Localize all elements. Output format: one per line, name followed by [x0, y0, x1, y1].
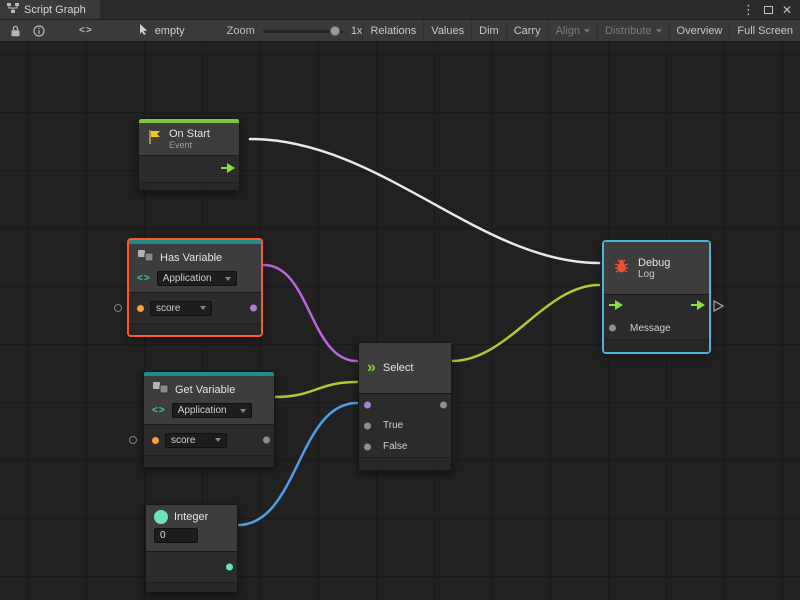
wire-hasvariable-to-select-condition [264, 265, 357, 361]
pointer-icon [139, 23, 150, 38]
chevron-down-icon [200, 306, 206, 310]
flow-continue-cap [713, 300, 724, 312]
node-title: On Start [169, 128, 210, 140]
node-title: Has Variable [160, 252, 222, 264]
node-has-variable[interactable]: Has Variable <> Application score [128, 239, 262, 336]
lock-icon[interactable] [4, 20, 27, 41]
graph-canvas[interactable]: On Start Event Has Variable <> [0, 42, 800, 600]
flag-icon [147, 129, 162, 150]
code-brackets-icon: <> [137, 273, 151, 284]
fullscreen-button[interactable]: Full Screen [729, 20, 800, 41]
message-port-label: Message [630, 323, 671, 334]
node-title: Get Variable [175, 384, 235, 396]
chevron-down-icon [240, 409, 246, 413]
unconnected-input-port[interactable] [129, 436, 137, 444]
variables-icon [137, 249, 154, 267]
integer-output-port[interactable] [226, 564, 233, 571]
node-subtitle: Log [638, 269, 670, 280]
unconnected-input-port[interactable] [114, 304, 122, 312]
true-port-label: True [383, 420, 403, 431]
wire-select-to-log-message [452, 285, 599, 361]
false-port-label: False [383, 441, 407, 452]
menu-kebab-icon[interactable]: ⋮ [742, 3, 755, 16]
variable-scope-dropdown[interactable]: Application [172, 403, 252, 418]
variable-name-port[interactable] [152, 437, 159, 444]
window-titlebar: Script Graph ⋮ ✕ [0, 0, 800, 19]
selection-output-port[interactable] [440, 401, 447, 408]
window-controls: ⋮ ✕ [742, 3, 800, 16]
node-subtitle: Event [169, 140, 210, 150]
relations-button[interactable]: Relations [362, 20, 423, 41]
node-integer[interactable]: Integer 0 [145, 504, 238, 593]
select-icon: » [367, 360, 376, 376]
chevron-down-icon [215, 438, 221, 442]
tab-title: Script Graph [24, 4, 86, 16]
values-button[interactable]: Values [423, 20, 471, 41]
tab-script-graph[interactable]: Script Graph [0, 0, 100, 19]
variable-name-dropdown[interactable]: score [165, 433, 227, 448]
distribute-button[interactable]: Distribute [597, 20, 668, 41]
zoom-value: 1x [351, 25, 363, 37]
wire-onstart-to-log [250, 139, 599, 263]
variable-name-port[interactable] [137, 305, 144, 312]
chevron-down-icon [225, 277, 231, 281]
node-debug-log[interactable]: Debug Log Message [603, 241, 710, 353]
graph-icon [7, 3, 19, 17]
info-icon[interactable] [27, 20, 51, 41]
variables-icon [152, 381, 169, 399]
graph-ref-label: empty [155, 25, 185, 37]
node-title: Select [383, 362, 414, 374]
node-select[interactable]: » Select True False [358, 342, 452, 471]
false-input-port[interactable] [364, 443, 371, 450]
chevron-down-icon [656, 29, 662, 33]
node-get-variable[interactable]: Get Variable <> Application score [143, 371, 275, 468]
maximize-icon[interactable] [764, 6, 773, 14]
node-on-start[interactable]: On Start Event [138, 118, 240, 191]
variable-scope-dropdown[interactable]: Application [157, 271, 237, 286]
dim-button[interactable]: Dim [471, 20, 506, 41]
code-view-icon[interactable]: <> [73, 20, 99, 41]
integer-value-field[interactable]: 0 [154, 528, 198, 543]
chevron-down-icon [584, 29, 590, 33]
bug-icon [612, 257, 631, 279]
variable-name-dropdown[interactable]: score [150, 301, 212, 316]
integer-icon [154, 510, 168, 524]
flow-output-port[interactable] [221, 160, 235, 178]
code-brackets-icon: <> [152, 405, 166, 416]
toolbar-buttons: Relations Values Dim Carry Align Distrib… [362, 20, 800, 41]
true-input-port[interactable] [364, 422, 371, 429]
bool-output-port[interactable] [250, 305, 257, 312]
condition-input-port[interactable] [364, 401, 371, 408]
graph-breadcrumb[interactable]: empty [139, 23, 185, 38]
flow-input-port[interactable] [609, 297, 623, 315]
zoom-slider[interactable] [263, 26, 343, 36]
zoom-slider-handle[interactable] [330, 26, 340, 36]
close-icon[interactable]: ✕ [782, 4, 792, 16]
message-input-port[interactable] [609, 325, 616, 332]
zoom-label: Zoom [227, 25, 255, 37]
wire-getvariable-to-select-true [275, 382, 357, 397]
node-title: Debug [638, 257, 670, 269]
value-output-port[interactable] [263, 437, 270, 444]
align-button[interactable]: Align [548, 20, 597, 41]
graph-toolbar: <> empty Zoom 1x Relations Values Dim Ca… [0, 19, 800, 42]
node-title: Integer [174, 511, 208, 523]
overview-button[interactable]: Overview [669, 20, 730, 41]
flow-output-port[interactable] [691, 297, 705, 315]
carry-button[interactable]: Carry [506, 20, 548, 41]
